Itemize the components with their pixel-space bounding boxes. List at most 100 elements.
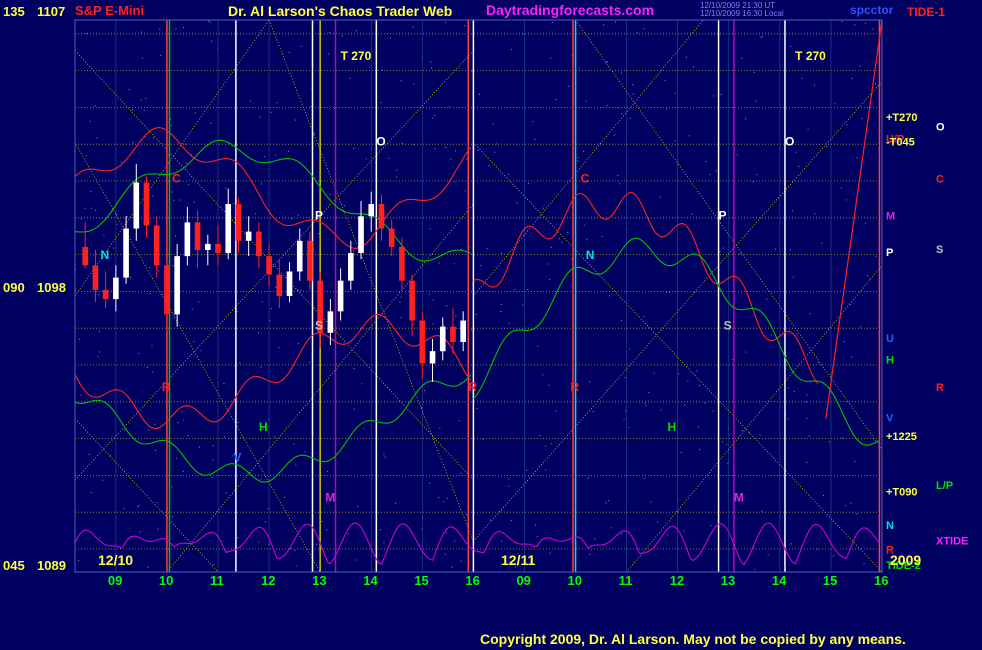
star-dot: [726, 443, 727, 445]
star-dot: [424, 390, 425, 392]
planet-label: M: [734, 490, 744, 504]
star-dot: [801, 77, 803, 79]
star-dot: [400, 316, 402, 318]
candle-body: [348, 253, 354, 281]
star-dot: [225, 492, 227, 494]
star-dot: [355, 30, 357, 32]
star-dot: [157, 528, 159, 530]
star-dot: [528, 183, 530, 185]
star-dot: [550, 443, 552, 445]
star-dot: [379, 529, 381, 531]
star-dot: [522, 304, 524, 306]
star-dot: [97, 356, 99, 358]
star-dot: [856, 157, 858, 159]
star-dot: [539, 435, 541, 436]
star-dot: [98, 351, 100, 353]
star-dot: [298, 343, 299, 345]
star-dot: [793, 390, 795, 392]
star-dot: [817, 548, 819, 550]
star-dot: [284, 496, 286, 498]
candle-body: [307, 240, 313, 281]
star-dot: [609, 295, 611, 297]
star-dot: [354, 559, 356, 561]
star-dot: [291, 218, 293, 220]
star-dot: [511, 49, 513, 50]
star-dot: [721, 441, 723, 443]
hour-tick-label: 12: [261, 573, 275, 588]
star-dot: [643, 316, 645, 317]
star-dot: [508, 478, 510, 480]
star-dot: [549, 552, 551, 554]
star-dot: [90, 207, 92, 209]
star-dot: [650, 501, 652, 503]
star-dot: [480, 265, 482, 267]
star-dot: [421, 406, 423, 408]
star-dot: [147, 366, 149, 368]
star-dot: [186, 162, 187, 164]
star-dot: [653, 372, 655, 374]
candle-body: [286, 271, 293, 296]
star-dot: [388, 157, 390, 159]
star-dot: [674, 140, 676, 142]
star-dot: [477, 149, 479, 151]
star-dot: [383, 454, 385, 456]
star-dot: [399, 301, 401, 303]
star-dot: [255, 213, 257, 215]
star-dot: [617, 175, 619, 176]
star-dot: [148, 267, 150, 268]
star-dot: [448, 106, 450, 108]
star-dot: [434, 148, 436, 150]
candle-body: [153, 225, 160, 266]
candle-body: [327, 311, 334, 333]
planet-label: H: [259, 420, 268, 434]
star-dot: [510, 520, 512, 522]
star-dot: [451, 566, 453, 568]
star-dot: [753, 71, 755, 73]
star-dot: [787, 387, 789, 389]
star-dot: [233, 203, 235, 205]
star-dot: [349, 77, 351, 79]
star-dot: [535, 524, 537, 526]
star-dot: [844, 505, 846, 507]
star-dot: [274, 436, 276, 438]
star-dot: [224, 436, 225, 438]
star-dot: [475, 314, 477, 315]
site-name[interactable]: Daytradingforecasts.com: [486, 2, 654, 18]
star-dot: [152, 195, 154, 197]
star-dot: [798, 166, 800, 167]
star-dot: [621, 72, 623, 74]
planet-label: M: [325, 490, 335, 504]
star-dot: [308, 361, 310, 363]
star-dot: [434, 115, 436, 117]
chart-background: [0, 0, 982, 650]
star-dot: [865, 22, 867, 24]
star-dot: [741, 57, 743, 59]
star-dot: [198, 446, 200, 448]
star-dot: [727, 462, 729, 464]
star-dot: [275, 154, 277, 156]
candle-body: [133, 182, 140, 229]
star-dot: [288, 51, 290, 53]
star-dot: [678, 373, 680, 375]
star-dot: [141, 57, 143, 59]
star-dot: [443, 325, 445, 327]
star-dot: [431, 67, 433, 69]
star-dot: [237, 421, 239, 423]
star-dot: [239, 362, 241, 364]
star-dot: [854, 24, 856, 26]
star-dot: [177, 422, 179, 424]
planet-label: T 270: [341, 49, 372, 63]
candle-body: [409, 280, 415, 321]
star-dot: [526, 469, 527, 471]
hour-tick-label: 10: [568, 573, 582, 588]
star-dot: [680, 451, 682, 453]
star-dot: [267, 508, 269, 509]
star-dot: [644, 477, 646, 479]
star-dot: [756, 174, 758, 176]
star-dot: [551, 21, 553, 23]
star-dot: [295, 565, 297, 567]
hour-tick-label: 09: [108, 573, 122, 588]
star-dot: [395, 176, 397, 178]
hour-tick-label: 10: [159, 573, 173, 588]
star-dot: [130, 276, 132, 278]
